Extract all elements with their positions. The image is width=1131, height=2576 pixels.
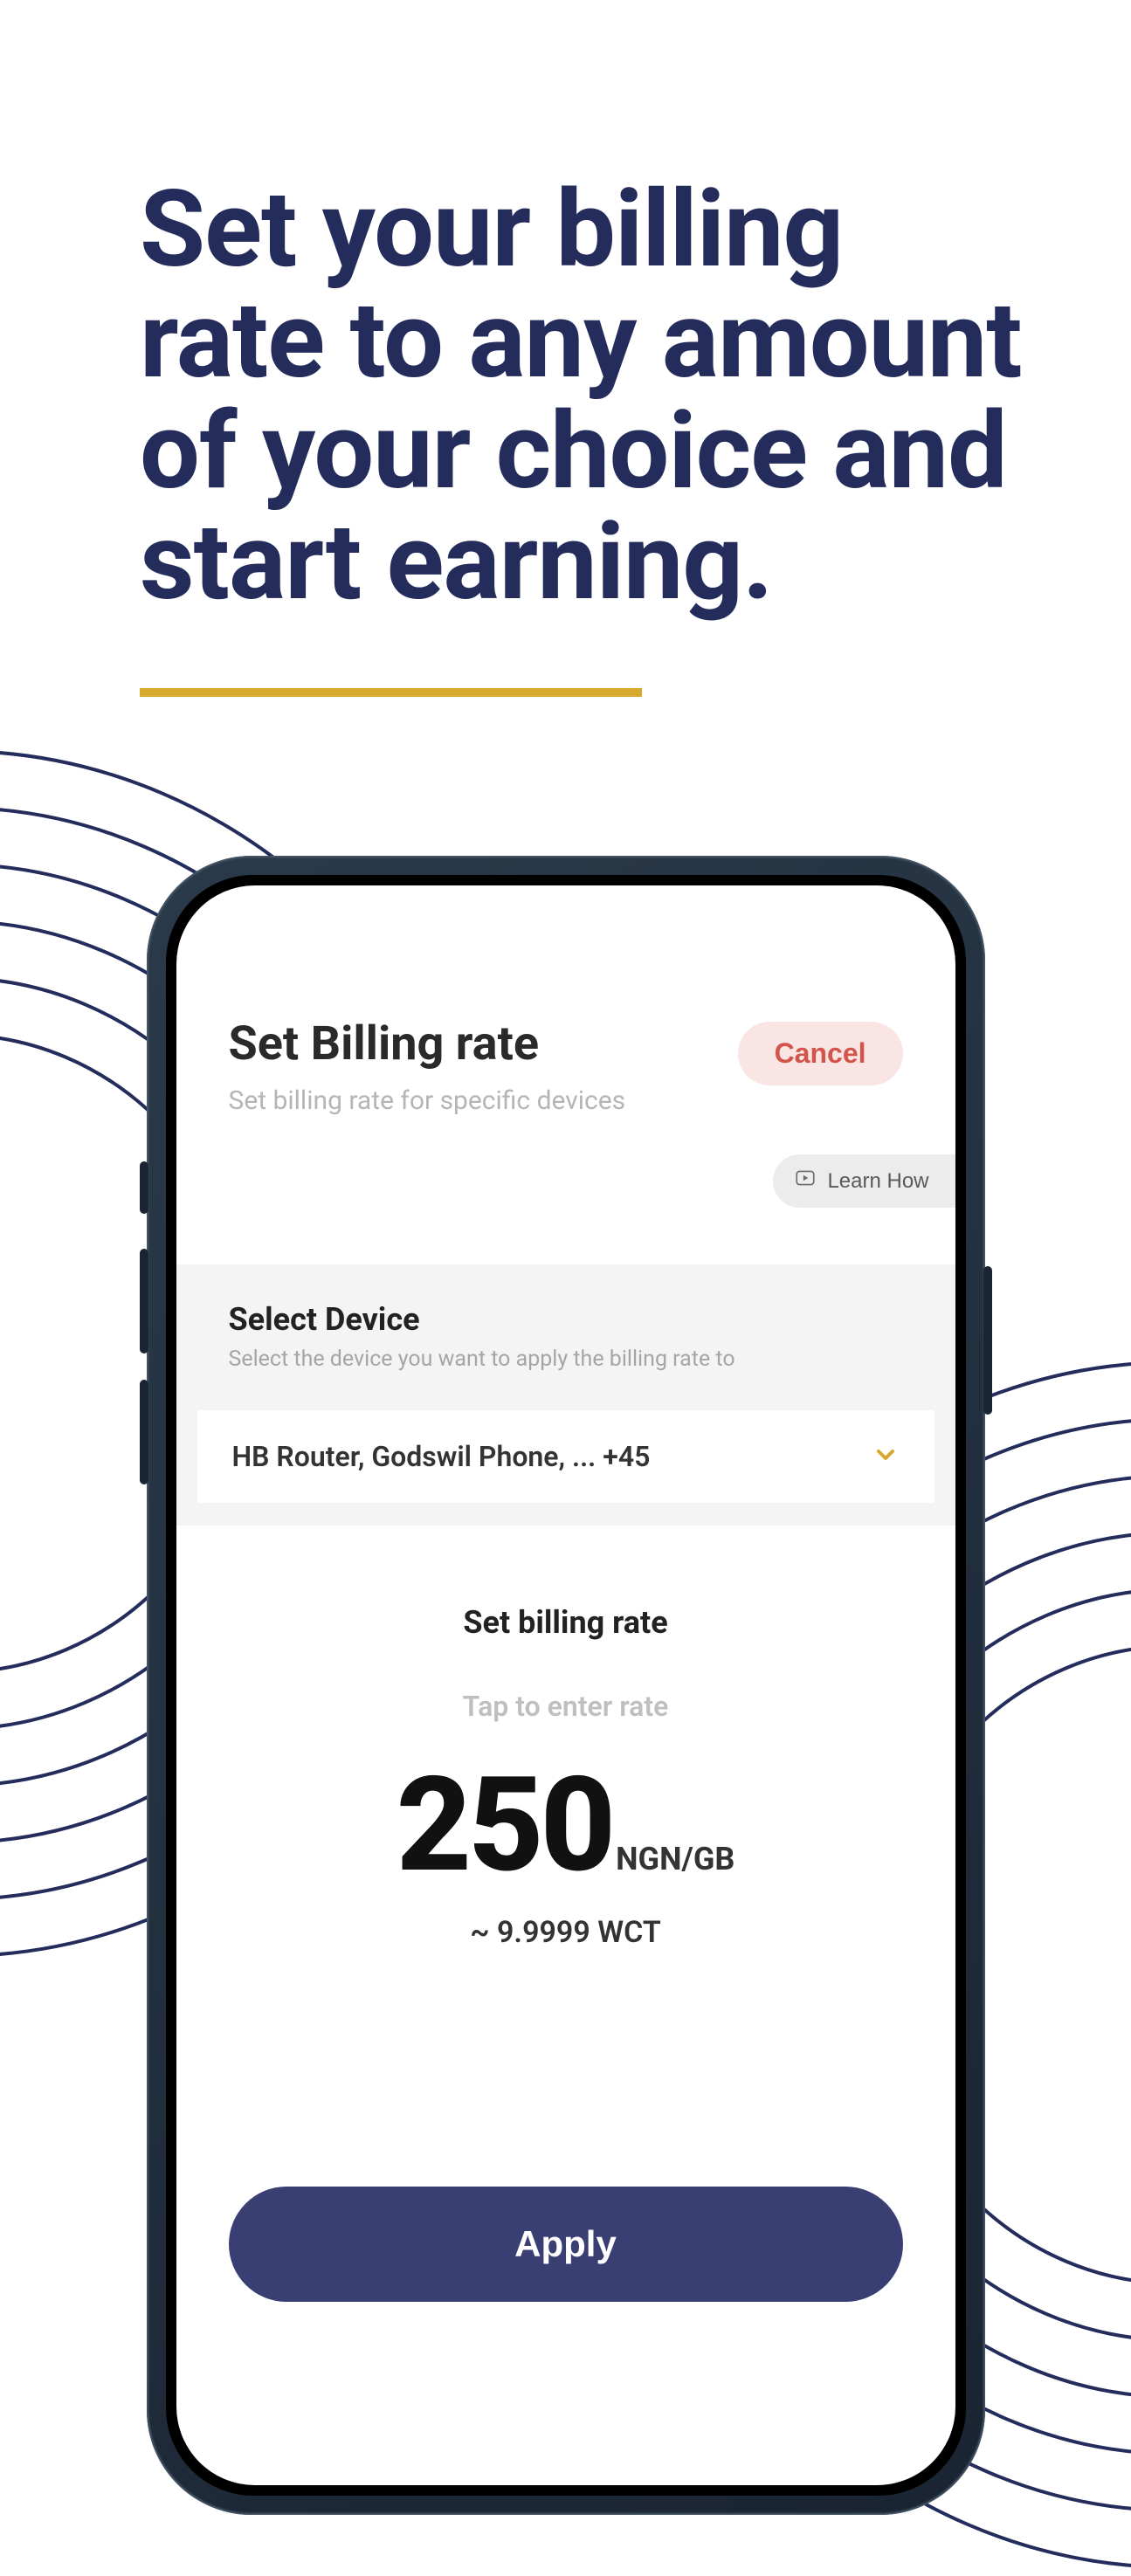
- phone-side-button: [140, 1249, 148, 1353]
- apply-button[interactable]: Apply: [229, 2187, 903, 2302]
- learn-how-label: Learn How: [827, 1169, 928, 1194]
- cancel-button[interactable]: Cancel: [738, 1022, 903, 1085]
- billing-rate-title: Set billing rate: [229, 1604, 903, 1641]
- screen-title: Set Billing rate: [229, 1016, 626, 1071]
- phone-side-button: [140, 1380, 148, 1484]
- device-dropdown[interactable]: HB Router, Godswil Phone, ... +45: [197, 1410, 934, 1503]
- billing-rate-hint: Tap to enter rate: [229, 1690, 903, 1723]
- billing-rate-section: Set billing rate Tap to enter rate 250 N…: [229, 1604, 903, 1950]
- learn-how-button[interactable]: Learn How: [773, 1154, 955, 1208]
- billing-rate-value: 250: [397, 1760, 613, 1891]
- phone-side-button: [983, 1266, 992, 1415]
- headline-underline: [140, 688, 642, 697]
- billing-rate-input[interactable]: 250 NGN/GB: [229, 1760, 903, 1891]
- billing-rate-approx: ~ 9.9999 WCT: [229, 1915, 903, 1950]
- chevron-down-icon: [872, 1441, 900, 1472]
- billing-rate-unit: NGN/GB: [616, 1841, 734, 1877]
- phone-side-button: [140, 1161, 148, 1214]
- device-dropdown-value: HB Router, Godswil Phone, ... +45: [232, 1440, 651, 1473]
- play-icon: [794, 1167, 817, 1195]
- screen-subtitle: Set billing rate for specific devices: [229, 1085, 626, 1116]
- select-device-title: Select Device: [229, 1301, 903, 1338]
- page-headline: Set your billing rate to any amount of y…: [140, 175, 1022, 618]
- select-device-section: Select Device Select the device you want…: [176, 1264, 955, 1526]
- phone-mockup: Set Billing rate Set billing rate for sp…: [147, 856, 985, 2515]
- select-device-subtitle: Select the device you want to apply the …: [229, 1347, 903, 1372]
